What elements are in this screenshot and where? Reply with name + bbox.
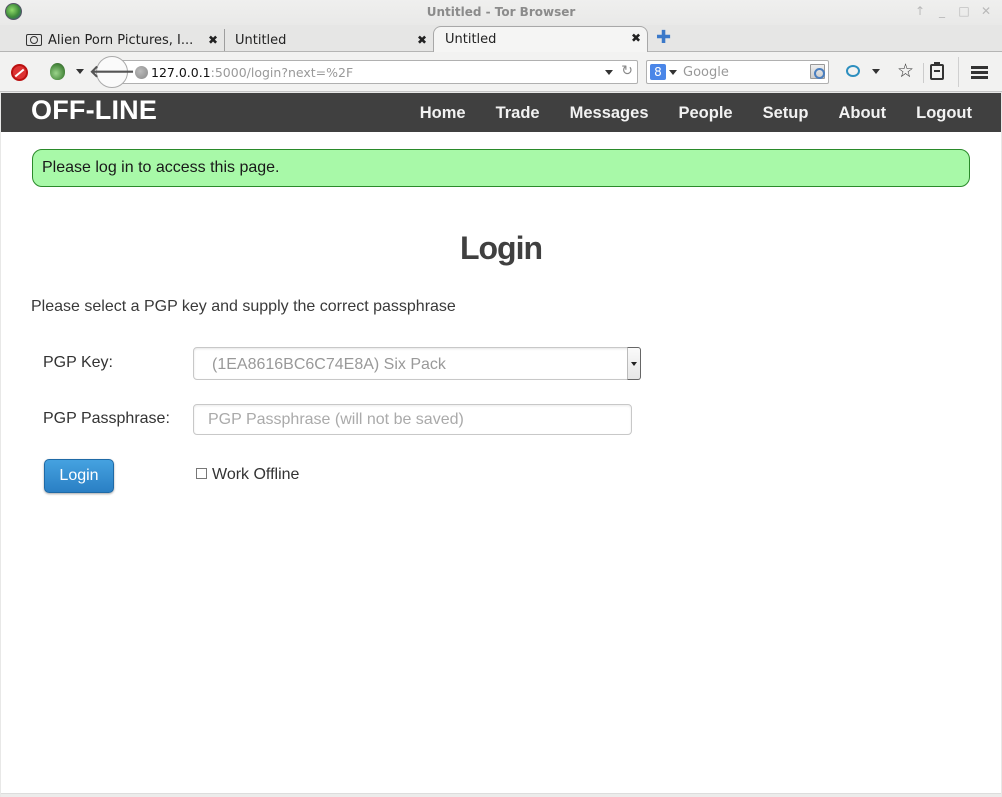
work-offline-checkbox[interactable] <box>196 468 207 479</box>
url-bar[interactable]: 127.0.0.1:5000/login?next=%2F ↻ <box>120 60 638 84</box>
navigation-toolbar: 🡐 127.0.0.1:5000/login?next=%2F ↻ 8 Goog… <box>0 52 1002 92</box>
site-brand[interactable]: OFF-LINE <box>31 95 157 126</box>
url-path: :5000/login?next=%2F <box>210 65 354 80</box>
window-title: Untitled - Tor Browser <box>426 5 576 19</box>
page-title: Login <box>459 230 543 266</box>
nav-people[interactable]: People <box>679 104 733 123</box>
url-host: 127.0.0.1 <box>151 65 211 80</box>
tor-onion-icon[interactable] <box>50 63 65 80</box>
flash-message: Please log in to access this page. <box>32 149 970 187</box>
site-nav: Home Trade Messages People Setup About L… <box>390 104 972 123</box>
search-engine-dropdown-icon[interactable] <box>669 70 677 75</box>
tab-untitled-1[interactable]: Untitled ✖ <box>228 29 433 51</box>
window-bottom-edge <box>1 793 1001 797</box>
tab-alien-porn-pictures[interactable]: Alien Porn Pictures, I... ✖ <box>20 29 225 51</box>
select-dropdown-arrow-icon[interactable] <box>627 347 641 380</box>
login-button[interactable]: Login <box>44 459 114 493</box>
back-arrow-icon: 🡐 <box>89 62 135 82</box>
close-window-icon[interactable]: ✕ <box>980 4 992 18</box>
tor-menu-dropdown-icon[interactable] <box>76 69 84 74</box>
tab-strip: Alien Porn Pictures, I... ✖ Untitled ✖ U… <box>0 25 1002 52</box>
window-titlebar: Untitled - Tor Browser ↑ _ □ ✕ <box>0 0 1002 25</box>
search-go-icon[interactable] <box>810 64 825 79</box>
reload-icon[interactable]: ↻ <box>621 63 633 79</box>
tab-label: Alien Porn Pictures, I... <box>48 32 194 48</box>
nav-home[interactable]: Home <box>420 104 466 123</box>
pgp-key-selected-value: (1EA8616BC6C74E8A) Six Pack <box>212 356 446 373</box>
nav-trade[interactable]: Trade <box>496 104 540 123</box>
new-tab-button[interactable]: ✚ <box>656 29 671 47</box>
url-text[interactable]: 127.0.0.1:5000/login?next=%2F <box>151 65 353 80</box>
toolbar-separator <box>958 57 959 87</box>
toolbar-separator <box>923 63 924 83</box>
tab-untitled-active[interactable]: Untitled ✖ <box>433 26 648 52</box>
google-engine-icon[interactable]: 8 <box>650 64 666 80</box>
tab-label: Untitled <box>235 32 287 48</box>
bookmark-star-icon[interactable]: ☆ <box>897 60 914 82</box>
site-header: OFF-LINE Home Trade Messages People Setu… <box>1 93 1001 132</box>
url-history-dropdown-icon[interactable] <box>605 70 613 75</box>
site-identity-globe-icon[interactable] <box>135 66 148 79</box>
nav-messages[interactable]: Messages <box>570 104 649 123</box>
work-offline-label[interactable]: Work Offline <box>212 466 299 484</box>
pgp-passphrase-label: PGP Passphrase: <box>43 410 170 427</box>
nav-about[interactable]: About <box>838 104 886 123</box>
back-button[interactable]: 🡐 <box>89 56 135 88</box>
camera-icon <box>26 34 42 46</box>
nav-setup[interactable]: Setup <box>763 104 809 123</box>
close-tab-icon[interactable]: ✖ <box>208 33 218 47</box>
nav-logout[interactable]: Logout <box>916 104 972 123</box>
pgp-key-label: PGP Key: <box>43 354 113 371</box>
search-bar[interactable]: 8 Google <box>646 60 829 84</box>
close-tab-icon[interactable]: ✖ <box>631 31 641 45</box>
tab-label: Untitled <box>445 32 497 47</box>
work-offline-option[interactable]: Work Offline <box>196 466 299 484</box>
tor-launcher-icon[interactable] <box>846 65 860 77</box>
search-placeholder: Google <box>683 65 729 80</box>
keep-above-icon[interactable]: ↑ <box>914 4 926 18</box>
page-viewport: OFF-LINE Home Trade Messages People Setu… <box>1 93 1001 793</box>
pgp-key-select[interactable]: (1EA8616BC6C74E8A) Six Pack <box>193 347 641 380</box>
close-tab-icon[interactable]: ✖ <box>417 33 427 47</box>
login-instructions: Please select a PGP key and supply the c… <box>31 298 456 315</box>
maximize-icon[interactable]: □ <box>958 4 970 18</box>
noscript-icon[interactable] <box>11 64 28 81</box>
minimize-icon[interactable]: _ <box>936 4 948 18</box>
window-controls: ↑ _ □ ✕ <box>914 4 992 18</box>
bookmarks-menu-icon[interactable] <box>930 62 944 80</box>
tor-launcher-dropdown-icon[interactable] <box>872 69 880 74</box>
hamburger-menu-icon[interactable] <box>971 66 988 79</box>
pgp-passphrase-input[interactable] <box>193 404 632 435</box>
